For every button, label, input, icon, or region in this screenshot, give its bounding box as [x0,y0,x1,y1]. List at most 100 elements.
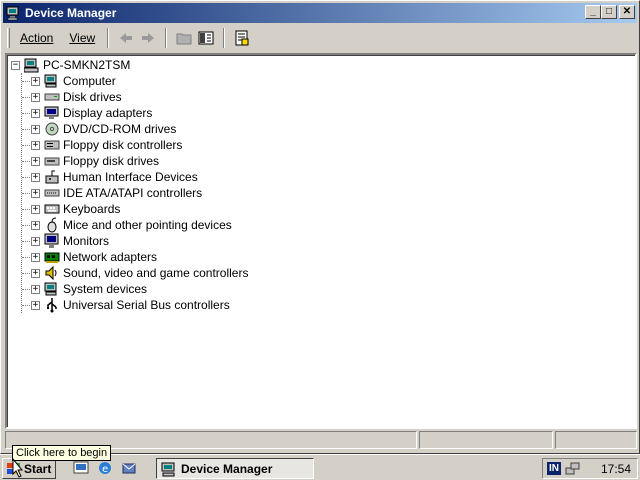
tree-root[interactable]: − PC-SMKN2TSM [11,57,130,73]
system-device-icon [44,281,60,297]
tree-item-label: Display adapters [63,106,153,120]
menu-view-label: View [69,31,96,45]
menu-action-label: Action [20,31,54,45]
start-button[interactable]: Start [2,458,56,479]
menu-view[interactable]: View [63,31,101,45]
window-title: Device Manager [25,6,117,20]
tree-item-label: DVD/CD-ROM drives [63,122,177,136]
expand-icon[interactable]: + [31,188,40,198]
up-button[interactable] [173,27,195,49]
expand-icon[interactable]: + [31,156,40,166]
tree-item[interactable]: + Disk drives [31,89,122,105]
expand-icon[interactable]: + [31,108,40,118]
menu-toolbar: Action View [3,25,637,51]
tree-item[interactable]: + Sound, video and game controllers [31,265,248,281]
clock[interactable]: 17:54 [601,462,631,476]
tree-item-label: Universal Serial Bus controllers [63,298,230,312]
status-pane-3 [555,431,637,449]
task-device-manager[interactable]: Device Manager [156,458,314,479]
properties-button[interactable] [231,27,253,49]
start-tooltip: Click here to begin [12,445,112,461]
quicklaunch-ie[interactable]: e [96,459,114,477]
tree-item[interactable]: + System devices [31,281,147,297]
expand-icon[interactable]: + [31,204,40,214]
tree-guide-line [22,177,30,178]
tree-item-label: Mice and other pointing devices [63,218,232,232]
toolbar-grip[interactable] [7,28,10,48]
floppy-drive-icon [44,153,60,169]
tree-guide-line [22,161,30,162]
tree-item[interactable]: + Computer [31,73,116,89]
expand-icon[interactable]: + [31,268,40,278]
expand-icon[interactable]: + [31,236,40,246]
tree-item-label: Floppy disk drives [63,154,160,168]
tree-guide-line [22,241,30,242]
tree-guide-line [22,145,30,146]
tree-item-label: Floppy disk controllers [63,138,183,152]
arrow-right-icon [142,33,155,43]
expand-icon[interactable]: + [31,92,40,102]
expand-icon[interactable]: + [31,300,40,310]
expand-icon[interactable]: + [31,76,40,86]
system-tray: IN 17:54 [542,458,638,479]
mouse-icon [44,217,60,233]
tree-guide-line [22,305,30,306]
tree-item-label: Keyboards [63,202,121,216]
collapse-icon[interactable]: − [11,60,20,70]
tree-guide-line [22,113,30,114]
tree-item-label: IDE ATA/ATAPI controllers [63,186,203,200]
tree-item[interactable]: + Mice and other pointing devices [31,217,232,233]
maximize-button[interactable]: □ [601,5,617,19]
tree-item[interactable]: + Display adapters [31,105,152,121]
title-bar[interactable]: Device Manager _ □ ✕ [3,3,637,23]
tree-guide-line [22,129,30,130]
tree-item-label: Computer [63,74,116,88]
tree-item-label: Human Interface Devices [63,170,198,184]
tree-item[interactable]: + Human Interface Devices [31,169,198,185]
device-tree[interactable]: − PC-SMKN2TSM + Computer + Disk drives + Disp… [5,53,637,429]
expand-icon[interactable]: + [31,252,40,262]
tree-guide-line [22,209,30,210]
tree-item[interactable]: + Network adapters [31,249,157,265]
toolbar-separator [107,28,110,48]
tree-item[interactable]: + DVD/CD-ROM drives [31,121,176,137]
maximize-icon: □ [605,6,613,17]
tree-item-label: Sound, video and game controllers [63,266,249,280]
tree-guide-line [22,289,30,290]
expand-icon[interactable]: + [31,284,40,294]
close-button[interactable]: ✕ [619,5,635,19]
task-label: Device Manager [181,461,273,476]
minimize-button[interactable]: _ [585,5,601,19]
outlook-express-icon [122,463,136,474]
expand-icon[interactable]: + [31,172,40,182]
show-hide-tree-button[interactable] [195,27,217,49]
toolbar-separator [223,28,226,48]
internet-explorer-icon: e [99,462,111,475]
menu-action[interactable]: Action [14,31,59,45]
forward-button[interactable] [137,27,159,49]
usb-icon [44,297,60,313]
arrow-left-icon [120,33,133,43]
tree-guide-line [22,225,30,226]
expand-icon[interactable]: + [31,220,40,230]
mouse-cursor-icon [12,458,24,478]
tree-item[interactable]: + Floppy disk controllers [31,137,182,153]
tree-item[interactable]: + Monitors [31,233,109,249]
folder-up-icon [176,33,192,45]
expand-icon[interactable]: + [31,124,40,134]
back-button[interactable] [115,27,137,49]
tree-item[interactable]: + Universal Serial Bus controllers [31,297,230,313]
tree-item[interactable]: + Keyboards [31,201,120,217]
tray-network-icon[interactable] [565,461,581,477]
ide-controller-icon [44,185,60,201]
tree-item[interactable]: + IDE ATA/ATAPI controllers [31,185,202,201]
expand-icon[interactable]: + [31,140,40,150]
properties-icon [235,30,249,46]
quicklaunch-desktop[interactable] [72,459,90,477]
tree-item[interactable]: + Floppy disk drives [31,153,159,169]
device-manager-icon [161,462,175,476]
language-indicator[interactable]: IN [547,462,561,475]
computer-icon [24,57,40,73]
quicklaunch-outlook[interactable] [120,459,138,477]
keyboard-icon [44,201,60,217]
